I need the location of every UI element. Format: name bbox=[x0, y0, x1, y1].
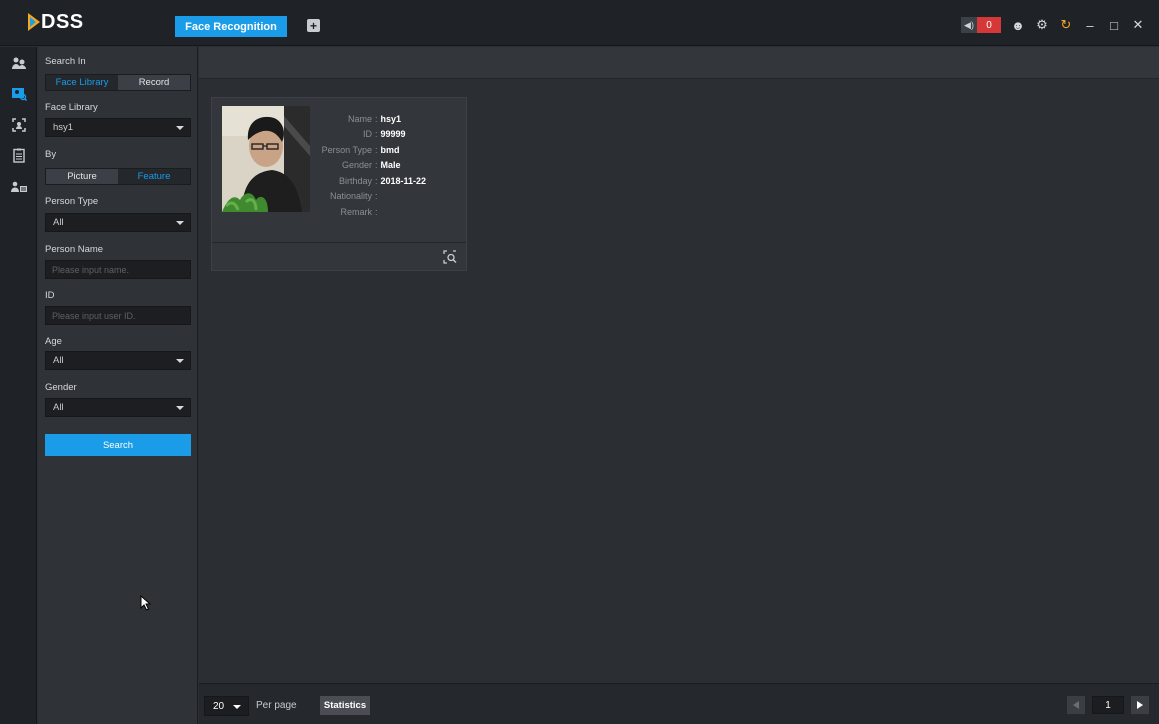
results-toolbar bbox=[199, 47, 1159, 79]
live-view-icon[interactable] bbox=[0, 47, 37, 78]
person-name-input[interactable] bbox=[45, 260, 191, 279]
age-select[interactable]: All bbox=[45, 351, 191, 370]
chevron-down-icon bbox=[176, 359, 184, 363]
face-photo[interactable] bbox=[222, 106, 310, 212]
speaker-icon[interactable]: ◀) bbox=[961, 17, 977, 33]
field-birthday: Birthday:2018-11-22 bbox=[338, 175, 427, 186]
chevron-right-icon bbox=[1137, 701, 1143, 709]
search-in-record[interactable]: Record bbox=[118, 75, 190, 90]
results-area: Name: hsy1 ID:99999 Person Type: bmd Gende… bbox=[199, 47, 1159, 724]
search-in-label: Search In bbox=[45, 56, 86, 67]
gender-select[interactable]: All bbox=[45, 398, 191, 417]
maximize-icon[interactable]: □ bbox=[1107, 18, 1121, 33]
field-name: Name: hsy1 bbox=[347, 113, 402, 124]
face-search-icon[interactable] bbox=[0, 78, 37, 109]
search-button[interactable]: Search bbox=[45, 434, 191, 456]
by-picture[interactable]: Picture bbox=[46, 169, 118, 184]
chevron-left-icon bbox=[1073, 701, 1079, 709]
face-library-label: Face Library bbox=[45, 102, 98, 113]
id-label: ID bbox=[45, 290, 55, 301]
gender-label: Gender bbox=[45, 382, 77, 393]
previous-page-button[interactable] bbox=[1067, 696, 1085, 714]
person-type-select[interactable]: All bbox=[45, 213, 191, 232]
chevron-down-icon bbox=[176, 406, 184, 410]
per-page-label: Per page bbox=[256, 700, 297, 711]
search-in-toggle: Face Library Record bbox=[45, 74, 191, 91]
card-footer bbox=[212, 242, 466, 270]
module-rail bbox=[0, 47, 37, 724]
logo-text: DSS bbox=[41, 10, 84, 33]
by-toggle: Picture Feature bbox=[45, 168, 191, 185]
search-in-face-library[interactable]: Face Library bbox=[46, 75, 118, 90]
age-label: Age bbox=[45, 336, 62, 347]
age-value: All bbox=[53, 355, 64, 366]
field-person-type: Person Type: bmd bbox=[321, 144, 400, 155]
person-type-label: Person Type bbox=[45, 196, 99, 207]
chevron-down-icon bbox=[176, 126, 184, 130]
chevron-down-icon bbox=[176, 221, 184, 225]
face-capture-icon[interactable] bbox=[0, 109, 37, 140]
alarm-sound-group[interactable]: ◀) 0 bbox=[961, 17, 1001, 33]
app-logo: DSS bbox=[28, 10, 84, 34]
next-page-button[interactable] bbox=[1131, 696, 1149, 714]
tab-face-recognition[interactable]: Face Recognition bbox=[175, 16, 287, 37]
alarm-count-badge[interactable]: 0 bbox=[977, 17, 1001, 33]
per-page-select[interactable]: 20 bbox=[204, 696, 249, 716]
title-bar: DSS Face Recognition + ◀) 0 ☻ ⚙ ↻ – □ ✕ bbox=[0, 0, 1159, 46]
face-library-select[interactable]: hsy1 bbox=[45, 118, 191, 137]
face-result-card[interactable]: Name: hsy1 ID:99999 Person Type: bmd Gende… bbox=[211, 97, 467, 271]
field-gender: Gender: Male bbox=[341, 160, 401, 171]
statistics-button[interactable]: Statistics bbox=[320, 696, 370, 715]
face-zoom-search-icon[interactable] bbox=[443, 250, 457, 264]
user-id-input[interactable] bbox=[45, 306, 191, 325]
person-type-value: All bbox=[53, 217, 64, 228]
user-icon[interactable]: ☻ bbox=[1011, 18, 1025, 33]
per-page-value: 20 bbox=[213, 700, 225, 712]
person-list-icon[interactable] bbox=[0, 171, 37, 202]
gender-value: All bbox=[53, 402, 64, 413]
pagination-bar: 20 Per page Statistics 1 bbox=[199, 683, 1159, 724]
by-feature[interactable]: Feature bbox=[118, 169, 190, 184]
field-id: ID:99999 bbox=[363, 129, 406, 140]
plus-icon[interactable]: + bbox=[307, 19, 320, 32]
report-icon[interactable] bbox=[0, 140, 37, 171]
by-label: By bbox=[45, 149, 57, 160]
search-filter-panel: Search In Face Library Record Face Libra… bbox=[38, 47, 198, 724]
face-info: Name: hsy1 ID:99999 Person Type: bmd Gende… bbox=[304, 111, 464, 220]
minimize-icon[interactable]: – bbox=[1083, 18, 1097, 33]
close-icon[interactable]: ✕ bbox=[1131, 17, 1145, 33]
mouse-cursor-icon bbox=[140, 595, 152, 611]
chevron-down-icon bbox=[233, 705, 241, 709]
window-controls: ◀) 0 ☻ ⚙ ↻ – □ ✕ bbox=[961, 16, 1145, 34]
performance-icon[interactable]: ↻ bbox=[1059, 17, 1073, 33]
logo-mark-icon bbox=[28, 13, 40, 31]
field-nationality: Nationality: bbox=[329, 191, 378, 202]
person-name-label: Person Name bbox=[45, 244, 104, 255]
face-library-value: hsy1 bbox=[53, 122, 74, 133]
gear-icon[interactable]: ⚙ bbox=[1035, 17, 1049, 33]
page-number[interactable]: 1 bbox=[1092, 696, 1124, 714]
field-remark: Remark: bbox=[340, 206, 378, 217]
